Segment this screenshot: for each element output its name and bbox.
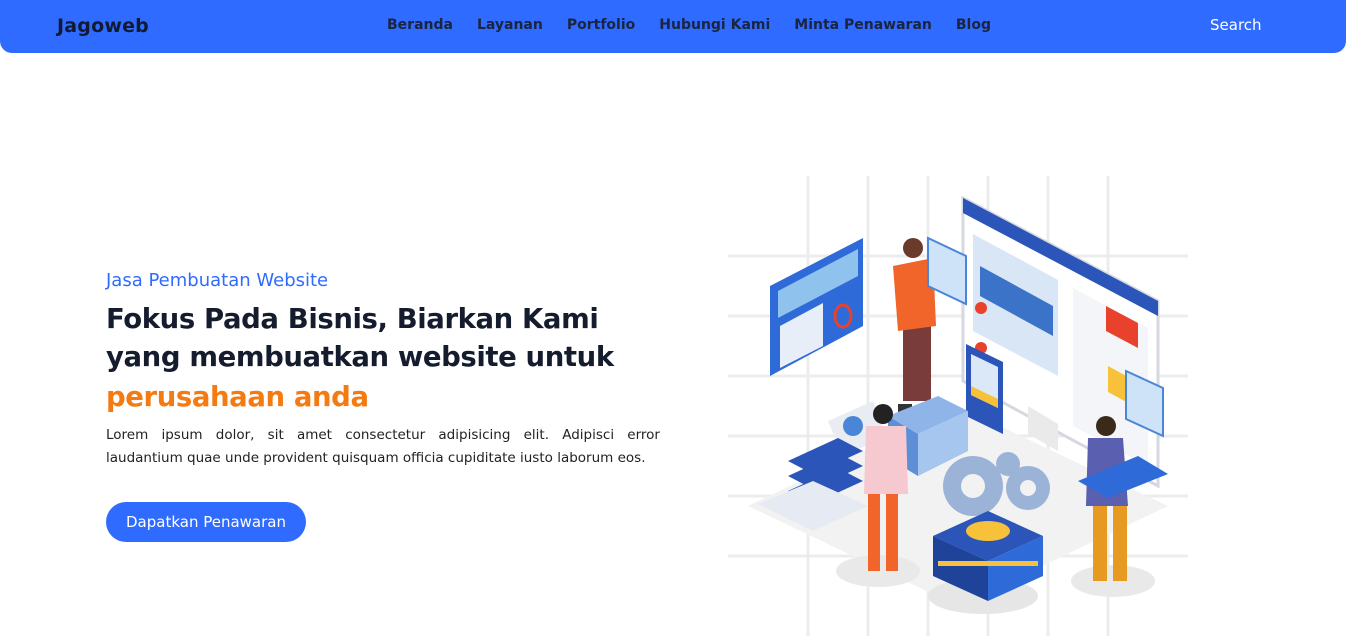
nav-links: Beranda Layanan Portfolio Hubungi Kami M…: [387, 17, 991, 33]
navbar: Jagoweb Beranda Layanan Portfolio Hubung…: [0, 0, 1346, 53]
hero-headline-accent: perusahaan anda: [106, 381, 369, 413]
isometric-web-development-illustration-icon: [728, 176, 1188, 636]
nav-link-layanan[interactable]: Layanan: [477, 17, 543, 33]
hero-eyebrow: Jasa Pembuatan Website: [106, 270, 329, 291]
nav-link-beranda[interactable]: Beranda: [387, 17, 453, 33]
hero-headline: Fokus Pada Bisnis, Biarkan Kami yang mem…: [106, 300, 660, 416]
search-button[interactable]: Search: [1210, 16, 1262, 34]
nav-link-portfolio[interactable]: Portfolio: [567, 17, 635, 33]
nav-link-hubungi-kami[interactable]: Hubungi Kami: [659, 17, 770, 33]
brand-logo[interactable]: Jagoweb: [57, 15, 149, 37]
nav-link-blog[interactable]: Blog: [956, 17, 991, 33]
web-development-illustration: [728, 176, 1188, 636]
hero-lead-text: Lorem ipsum dolor, sit amet consectetur …: [106, 427, 660, 466]
get-offer-button[interactable]: Dapatkan Penawaran: [106, 502, 306, 542]
nav-link-minta-penawaran[interactable]: Minta Penawaran: [794, 17, 932, 33]
hero-section: Jasa Pembuatan Website Fokus Pada Bisnis…: [106, 270, 660, 470]
hero-headline-main: Fokus Pada Bisnis, Biarkan Kami yang mem…: [106, 303, 614, 373]
